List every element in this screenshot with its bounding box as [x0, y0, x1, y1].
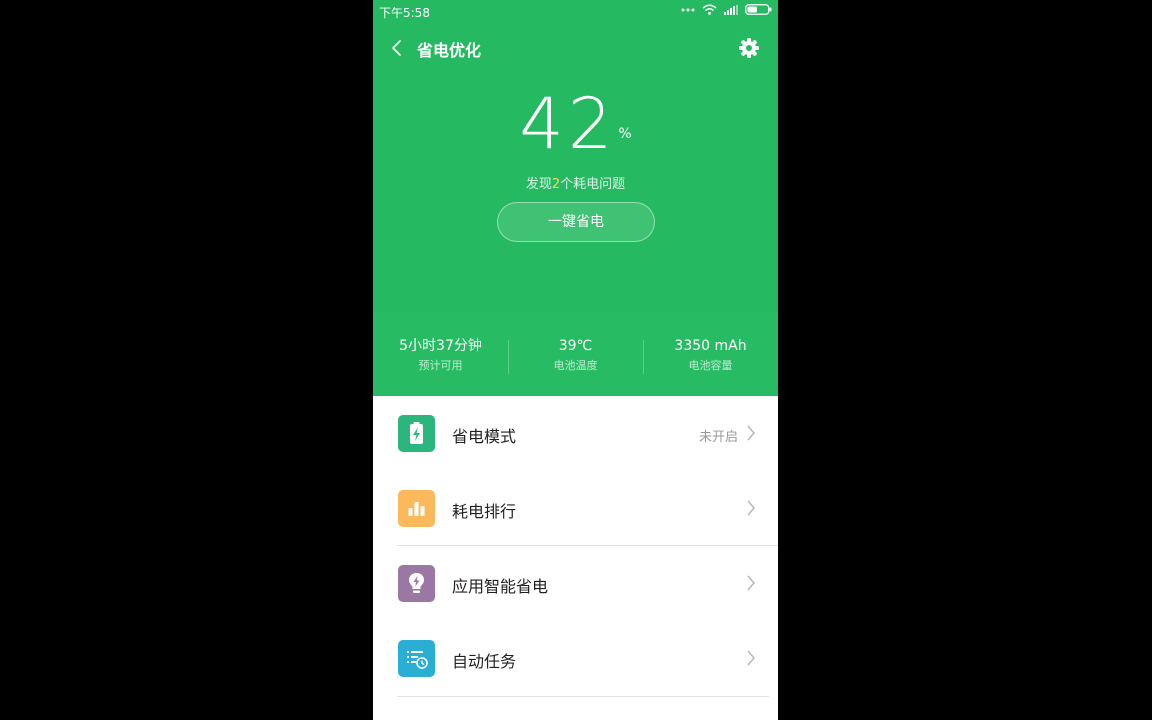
issues-prefix: 发现 — [525, 177, 552, 192]
menu-item-label: 耗电排行 — [452, 502, 517, 521]
wifi-icon — [702, 4, 717, 15]
menu-item-status: 未开启 — [698, 430, 738, 445]
menu-item-label: 应用智能省电 — [452, 577, 549, 596]
bulb-bolt-icon — [398, 565, 435, 602]
stat-remaining-time: 5小时37分钟 预计可用 — [373, 336, 508, 373]
stat-remaining-time-value: 5小时37分钟 — [399, 338, 482, 354]
phone-screen: 下午5:58 省电优化 42 % 发现2个耗电问题 一键省电 5小时37分钟 预… — [373, 0, 778, 720]
task-clock-icon — [398, 640, 435, 677]
stat-battery-temperature-value: 39℃ — [558, 338, 593, 354]
status-icons — [681, 4, 772, 15]
back-arrow-icon[interactable] — [387, 36, 407, 60]
chevron-right-icon — [746, 499, 756, 517]
menu-item-app-smart-saving[interactable]: 应用智能省电 — [373, 546, 778, 621]
stat-remaining-time-label: 预计可用 — [418, 359, 463, 372]
battery-percent-unit: % — [618, 126, 632, 142]
menu-list: 省电模式 未开启 耗电排行 应用智能省电 自动任务 — [373, 396, 778, 697]
chevron-right-icon — [746, 574, 756, 592]
stat-battery-capacity: 3350 mAh 电池容量 — [643, 336, 778, 373]
stat-battery-temperature: 39℃ 电池温度 — [508, 336, 643, 373]
bar-chart-icon — [398, 490, 435, 527]
signal-icon — [724, 4, 738, 15]
chevron-right-icon — [746, 649, 756, 667]
menu-item-auto-tasks[interactable]: 自动任务 — [373, 621, 778, 697]
status-bar: 下午5:58 — [373, 0, 778, 24]
menu-item-label: 省电模式 — [452, 427, 517, 446]
battery-percent-value: 42 — [519, 83, 617, 165]
status-time: 下午5:58 — [379, 6, 430, 20]
stat-battery-capacity-value: 3350 mAh — [674, 338, 747, 354]
menu-item-power-saving-mode[interactable]: 省电模式 未开启 — [373, 396, 778, 471]
battery-percentage: 42% — [373, 84, 778, 164]
more-dots-icon — [681, 8, 695, 12]
battery-status-icon — [745, 4, 772, 15]
battery-hero: 下午5:58 省电优化 42 % 发现2个耗电问题 一键省电 5小时37分钟 预… — [373, 0, 778, 396]
menu-item-power-ranking[interactable]: 耗电排行 — [373, 471, 778, 546]
gear-icon[interactable] — [738, 37, 760, 59]
battery-bolt-icon — [398, 415, 435, 452]
stat-battery-capacity-label: 电池容量 — [688, 359, 733, 372]
one-tap-optimize-button[interactable]: 一键省电 — [497, 202, 655, 242]
issues-count: 2 — [551, 177, 561, 192]
chevron-right-icon — [746, 424, 756, 442]
issues-suffix: 个耗电问题 — [560, 177, 626, 192]
list-divider — [397, 696, 769, 697]
battery-stats: 5小时37分钟 预计可用 39℃ 电池温度 3350 mAh 电池容量 — [373, 312, 778, 396]
menu-item-label: 自动任务 — [452, 652, 517, 671]
page-title: 省电优化 — [417, 41, 482, 60]
issues-found-text: 发现2个耗电问题 — [373, 173, 778, 192]
app-bar: 省电优化 — [373, 28, 778, 68]
stat-battery-temperature-label: 电池温度 — [553, 359, 598, 372]
